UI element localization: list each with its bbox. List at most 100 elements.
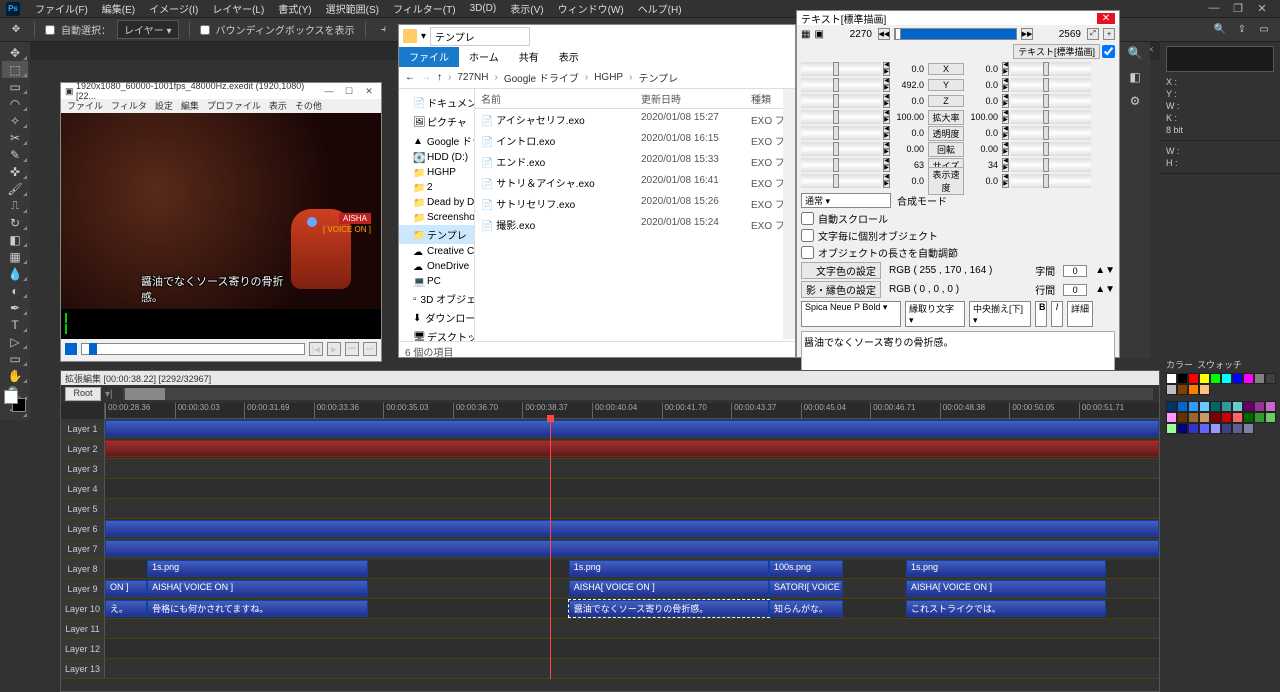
swatch[interactable] <box>1265 401 1276 412</box>
root-button[interactable]: Root <box>65 387 101 401</box>
menu-edit[interactable]: 編集(E) <box>95 1 142 16</box>
tree-node[interactable]: ☁Creative Cloud Fil... <box>399 244 474 259</box>
swatch[interactable] <box>1254 373 1265 384</box>
swatch[interactable] <box>1265 373 1276 384</box>
seek-bar[interactable] <box>81 343 305 355</box>
shadow-color-button[interactable]: 影・縁色の設定 <box>801 281 881 298</box>
tree-node[interactable]: 📁HGHP <box>399 165 474 180</box>
swatch[interactable] <box>1166 423 1177 434</box>
tree-node[interactable]: 📁Screenshots <box>399 210 474 225</box>
swatch[interactable] <box>1166 373 1177 384</box>
root-dropdown-icon[interactable]: ▾| <box>101 389 117 400</box>
swatch[interactable] <box>1232 423 1243 434</box>
swatch[interactable] <box>1210 401 1221 412</box>
address-bar[interactable]: ← → ↑ › 727NH› Google ドライブ› HGHP› テンプレ <box>399 67 795 89</box>
tree-node[interactable]: 📁Dead by Daylight <box>399 195 474 210</box>
clip[interactable]: え。 <box>105 600 147 617</box>
play-button[interactable]: ▶ <box>327 342 341 356</box>
tree-node[interactable]: 📄ドキュメント <box>399 93 474 112</box>
swatch[interactable] <box>1166 412 1177 423</box>
blend-mode-select[interactable]: 通常 ▾ <box>801 193 891 208</box>
swatch[interactable] <box>1199 423 1210 434</box>
prop-row-Y[interactable]: ◀▶492.0Y0.0◀▶ <box>801 77 1115 93</box>
leading-input[interactable]: 0 <box>1063 284 1087 296</box>
tree-node[interactable]: 🖼ピクチャ <box>399 112 474 131</box>
swatch[interactable] <box>1188 373 1199 384</box>
frame-out[interactable]: 2569 <box>1037 29 1083 40</box>
pmenu-filter[interactable]: フィルタ <box>111 99 147 113</box>
prop-row-Z[interactable]: ◀▶0.0Z0.0◀▶ <box>801 93 1115 109</box>
swatch[interactable] <box>1221 412 1232 423</box>
auto-select-checkbox[interactable] <box>45 25 55 35</box>
swatch[interactable] <box>1177 384 1188 395</box>
blur-tool[interactable]: 💧 <box>2 265 28 282</box>
swatch[interactable] <box>1232 412 1243 423</box>
preview-close[interactable]: ✕ <box>361 86 377 97</box>
swatch[interactable] <box>1188 401 1199 412</box>
timeline-hscroll[interactable] <box>123 388 1153 400</box>
menu-view[interactable]: 表示(V) <box>503 1 550 16</box>
tab-share[interactable]: 共有 <box>509 47 549 67</box>
tab-home[interactable]: ホーム <box>459 47 509 67</box>
swatch[interactable] <box>1177 423 1188 434</box>
swatch[interactable] <box>1177 401 1188 412</box>
layer-row[interactable]: Layer 7 <box>61 539 1159 559</box>
layer-row[interactable]: Layer 9ON ]AISHA[ VOICE ON ]AISHA[ VOICE… <box>61 579 1159 599</box>
menu-select[interactable]: 選択範囲(S) <box>319 1 386 16</box>
list-item[interactable]: 📄 イントロ.exo2020/01/08 16:15EXO フ <box>475 130 795 151</box>
fg-bg-color[interactable] <box>4 390 26 412</box>
move-tool[interactable]: ✥ <box>2 44 28 61</box>
swatch[interactable] <box>1254 412 1265 423</box>
eraser-tool[interactable]: ◧ <box>2 231 28 248</box>
wand-tool[interactable]: ✧ <box>2 112 28 129</box>
pmenu-profile[interactable]: プロファイル <box>207 99 261 113</box>
time-ruler[interactable]: 00:00:28.3600:00:30.0300:00:31.6900:00:3… <box>105 403 1159 419</box>
swatch[interactable] <box>1199 373 1210 384</box>
align-left-icon[interactable]: ⫞ <box>376 22 392 38</box>
prop-row-透明度[interactable]: ◀▶0.0透明度0.0◀▶ <box>801 125 1115 141</box>
align-select[interactable]: 中央揃え[下] ▾ <box>969 301 1031 327</box>
stamp-tool[interactable]: ⎍ <box>2 197 28 214</box>
font-style-select[interactable]: 縁取り文字 ▾ <box>905 301 965 327</box>
type-tool[interactable]: T <box>2 316 28 333</box>
tree-node[interactable]: ▲Google ドライブ <box>399 131 474 150</box>
tree-node[interactable]: ☁OneDrive <box>399 259 474 274</box>
layer-row[interactable]: Layer 6 <box>61 519 1159 539</box>
lasso-tool[interactable]: ◠ <box>2 95 28 112</box>
pmenu-view[interactable]: 表示 <box>269 99 287 113</box>
crumb-3[interactable]: テンプレ <box>638 70 678 85</box>
text-color-button[interactable]: 文字色の設定 <box>801 262 881 279</box>
pmenu-other[interactable]: その他 <box>295 99 322 113</box>
timeline-tracks[interactable]: Layer 1Layer 2Layer 3Layer 4Layer 5Layer… <box>61 419 1159 679</box>
menu-image[interactable]: イメージ(I) <box>142 1 205 16</box>
search-icon[interactable]: 🔍 <box>1212 22 1228 38</box>
clip[interactable]: ON ] <box>105 580 147 597</box>
clip[interactable]: これストライクでは。 <box>906 600 1106 617</box>
bbox-checkbox[interactable] <box>200 25 210 35</box>
window-restore[interactable]: ❐ <box>1226 2 1250 15</box>
marquee-tool[interactable]: ▭ <box>2 78 28 95</box>
path-tool[interactable]: ▷ <box>2 333 28 350</box>
clip[interactable]: AISHA[ VOICE ON ] <box>147 580 368 597</box>
list-item[interactable]: 📄 アイシャセリフ.exo2020/01/08 15:27EXO フ <box>475 109 795 130</box>
menu-3d[interactable]: 3D(D) <box>463 3 504 14</box>
share-icon[interactable]: ⇪ <box>1234 22 1250 38</box>
workspace-icon[interactable]: ▭ <box>1256 22 1272 38</box>
tree-node[interactable]: ▫3D オブジェクト <box>399 289 474 308</box>
clip[interactable]: 醤油でなくソース寄りの骨折感。 <box>569 600 769 617</box>
preview-titlebar[interactable]: ▣ 1920x1080_60000-1001fps_48000Hz.exedit… <box>61 83 381 99</box>
col-date[interactable]: 更新日時 <box>635 89 745 108</box>
menu-type[interactable]: 書式(Y) <box>271 1 318 16</box>
swatch[interactable] <box>1199 384 1210 395</box>
nav-down-icon[interactable]: ▾ <box>421 31 426 42</box>
swatch[interactable] <box>1221 373 1232 384</box>
search-panel-icon[interactable]: 🔍 <box>1126 46 1144 64</box>
spacing-input[interactable]: 0 <box>1063 265 1087 277</box>
menu-filter[interactable]: フィルター(T) <box>386 1 463 16</box>
layer-row[interactable]: Layer 2 <box>61 439 1159 459</box>
layer-icon[interactable]: ▦ <box>801 29 810 40</box>
frame-add[interactable]: + <box>1103 28 1115 40</box>
swatch[interactable] <box>1177 373 1188 384</box>
menu-layer[interactable]: レイヤー(L) <box>205 1 271 16</box>
swatch[interactable] <box>1232 401 1243 412</box>
